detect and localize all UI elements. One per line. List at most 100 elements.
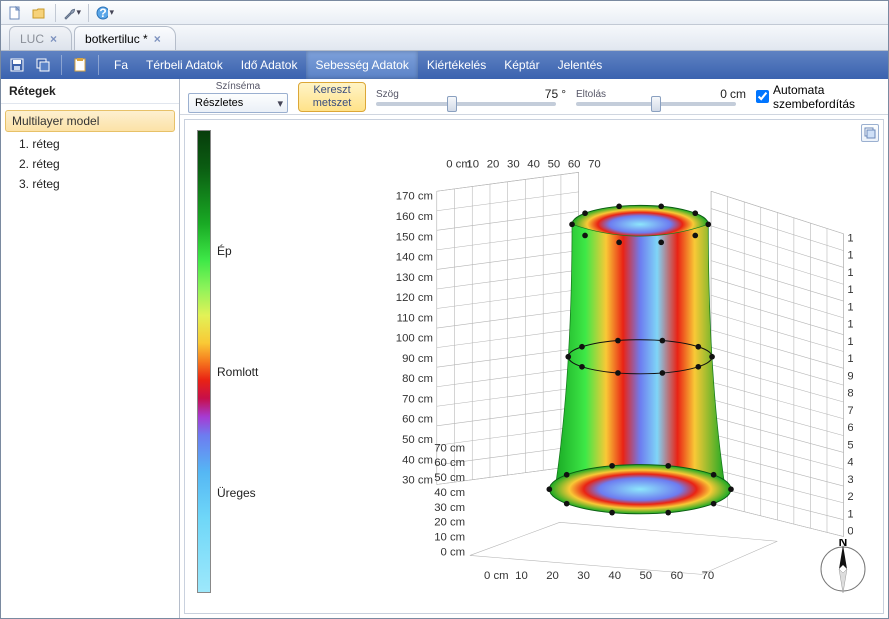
svg-text:70: 70 (702, 570, 715, 582)
doc-tab-label: LUC (20, 32, 44, 46)
ribbon-toolbar: FaTérbeli AdatokIdő AdatokSebesség Adato… (1, 51, 888, 79)
canvas-3d-view[interactable]: ÉpRomlottÜreges (184, 119, 884, 614)
svg-text:30 cm: 30 cm (434, 502, 465, 514)
doc-tab-botkertiluc[interactable]: botkertiluc * × (74, 26, 176, 50)
main-area: Rétegek Multilayer model 1. réteg2. réte… (1, 79, 888, 618)
menu-item-képtár[interactable]: Képtár (495, 51, 548, 79)
svg-text:120 cm: 120 cm (396, 292, 433, 304)
controls-bar: Színséma Részletes Kereszt metszet Szög … (180, 79, 888, 115)
svg-text:50 cm: 50 cm (847, 439, 853, 451)
compass: N (815, 539, 871, 595)
cross-section-button[interactable]: Kereszt metszet (298, 82, 366, 112)
new-document-icon (8, 6, 22, 20)
svg-text:20: 20 (487, 159, 500, 171)
color-scheme-select[interactable]: Részletes (188, 93, 288, 113)
svg-text:70 cm: 70 cm (847, 405, 853, 417)
svg-text:10 cm: 10 cm (434, 532, 465, 544)
svg-text:130 cm: 130 cm (847, 301, 853, 313)
offset-slider[interactable] (576, 102, 736, 106)
legend-gradient-bar (197, 130, 211, 593)
doc-tab-luc[interactable]: LUC × (9, 26, 72, 50)
menu-item-fa[interactable]: Fa (105, 51, 137, 79)
document-tabs: LUC × botkertiluc * × (1, 25, 888, 51)
clipboard-icon (72, 57, 88, 73)
export-image-icon (864, 127, 876, 139)
svg-text:30: 30 (507, 159, 520, 171)
svg-text:170 cm: 170 cm (847, 232, 853, 244)
auto-face-checkbox-row[interactable]: Automata szembefordítás (756, 83, 876, 111)
color-scheme-group: Színséma Részletes (188, 81, 288, 113)
svg-text:0 cm: 0 cm (441, 546, 466, 558)
work-area: Színséma Részletes Kereszt metszet Szög … (180, 79, 888, 618)
menu-item-idő-adatok[interactable]: Idő Adatok (232, 51, 307, 79)
legend-label: Ép (217, 244, 258, 258)
angle-group: Szög 75 ° (376, 87, 566, 106)
doc-tab-label: botkertiluc * (85, 32, 148, 46)
settings-button[interactable]: ▾ (62, 3, 82, 23)
svg-text:40: 40 (608, 570, 621, 582)
export-image-button[interactable] (861, 124, 879, 142)
plan-button[interactable] (68, 54, 92, 76)
svg-text:100 cm: 100 cm (847, 353, 853, 365)
save-button[interactable] (5, 54, 29, 76)
svg-text:10: 10 (515, 570, 528, 582)
menu-item-kiértékelés[interactable]: Kiértékelés (418, 51, 495, 79)
svg-text:60: 60 (568, 159, 581, 171)
svg-text:140 cm: 140 cm (396, 252, 433, 264)
svg-text:?: ? (99, 6, 106, 20)
svg-text:40 cm: 40 cm (402, 454, 433, 466)
svg-text:150 cm: 150 cm (847, 267, 853, 279)
tree-item-layer-3[interactable]: 3. réteg (1, 174, 179, 194)
new-document-button[interactable] (5, 3, 25, 23)
svg-text:160 cm: 160 cm (847, 250, 853, 262)
offset-group: Eltolás 0 cm (576, 87, 746, 106)
menu-item-térbeli-adatok[interactable]: Térbeli Adatok (137, 51, 232, 79)
color-legend: ÉpRomlottÜreges (197, 130, 267, 593)
open-folder-icon (32, 6, 46, 20)
toolbar-separator (88, 4, 89, 22)
svg-text:130 cm: 130 cm (396, 272, 433, 284)
svg-text:90 cm: 90 cm (847, 370, 853, 382)
svg-text:110 cm: 110 cm (847, 336, 853, 348)
wrench-icon (63, 6, 75, 20)
duplicate-button[interactable] (31, 54, 55, 76)
open-document-button[interactable] (29, 3, 49, 23)
scene-3d[interactable]: 170 cm 160 cm 150 cm 140 cm 130 cm 120 cm 110 … (380, 120, 853, 603)
svg-text:120 cm: 120 cm (847, 319, 853, 331)
tree-item-layer-2[interactable]: 2. réteg (1, 154, 179, 174)
svg-text:30 cm: 30 cm (402, 475, 433, 487)
svg-text:40: 40 (527, 159, 540, 171)
close-icon[interactable]: × (154, 32, 161, 46)
sidebar-title: Rétegek (1, 79, 179, 104)
help-icon: ? (96, 6, 108, 20)
tree-item-layer-1[interactable]: 1. réteg (1, 134, 179, 154)
svg-text:100 cm: 100 cm (396, 333, 433, 345)
svg-text:10 cm: 10 cm (847, 508, 853, 520)
menu-item-jelentés[interactable]: Jelentés (549, 51, 612, 79)
svg-text:0 cm: 0 cm (484, 570, 509, 582)
tree-root-multilayer[interactable]: Multilayer model (5, 110, 175, 132)
svg-text:50: 50 (639, 570, 652, 582)
svg-text:50 cm: 50 cm (434, 472, 465, 484)
auto-face-label: Automata szembefordítás (773, 83, 876, 111)
svg-text:30 cm: 30 cm (847, 474, 853, 486)
ribbon-separator (98, 55, 99, 75)
menu-item-sebesség-adatok[interactable]: Sebesség Adatok (306, 51, 417, 79)
svg-text:20 cm: 20 cm (847, 491, 853, 503)
auto-face-checkbox[interactable] (756, 90, 769, 103)
svg-text:30: 30 (577, 570, 590, 582)
color-scheme-label: Színséma (216, 81, 260, 92)
svg-text:40 cm: 40 cm (847, 457, 853, 469)
svg-text:20: 20 (546, 570, 559, 582)
scene-svg: 170 cm 160 cm 150 cm 140 cm 130 cm 120 cm 110 … (380, 120, 853, 603)
svg-text:90 cm: 90 cm (402, 353, 433, 365)
system-toolbar: ▾ ?▾ (1, 1, 888, 25)
sidebar: Rétegek Multilayer model 1. réteg2. réte… (1, 79, 180, 618)
help-button[interactable]: ?▾ (95, 3, 115, 23)
svg-text:140 cm: 140 cm (847, 284, 853, 296)
svg-text:60 cm: 60 cm (847, 422, 853, 434)
angle-slider[interactable] (376, 102, 556, 106)
ribbon-separator (61, 55, 62, 75)
close-icon[interactable]: × (50, 32, 57, 46)
legend-label: Üreges (217, 486, 258, 500)
